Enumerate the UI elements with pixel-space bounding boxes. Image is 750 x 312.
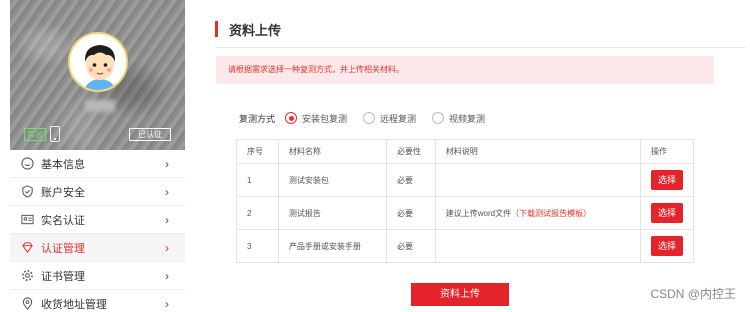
cell-action: 选择 <box>639 163 695 197</box>
title-divider <box>215 47 745 48</box>
radio-checked-icon <box>285 112 298 124</box>
header-name: 材料名称 <box>277 139 388 164</box>
cell-no: 1 <box>236 163 279 197</box>
avatar-illustration <box>70 34 126 90</box>
select-file-button[interactable]: 选择 <box>650 203 683 223</box>
header-action: 操作 <box>639 139 695 164</box>
real-name-badge: 实名 <box>24 128 46 141</box>
gear-icon <box>20 269 34 283</box>
chevron-right-icon: › <box>165 269 169 283</box>
table-row: 1 测试安装包 必要 选择 <box>236 163 695 197</box>
radio-label: 视频复测 <box>449 113 486 124</box>
table-header-row: 序号 材料名称 必要性 材料说明 操作 <box>236 139 695 164</box>
radio-remote[interactable]: 远程复测 <box>363 112 416 125</box>
retest-method-row: 复测方式 安装包复测 远程复测 视频复测 <box>239 111 501 125</box>
sidebar-item-account-security[interactable]: 账户安全 › <box>10 178 185 206</box>
location-icon <box>20 297 34 311</box>
cell-description <box>434 163 641 197</box>
sidebar-item-label: 基本信息 <box>41 158 85 171</box>
table-row: 3 产品手册或安装手册 必要 选择 <box>236 229 695 263</box>
cell-required: 必要 <box>386 229 436 263</box>
chevron-right-icon: › <box>165 157 169 171</box>
sidebar: 实名 已认证 基本信息 › 账户安全 › 实名认证 › 认证管理 › 证书管理 … <box>10 0 185 312</box>
header-description: 材料说明 <box>434 139 641 164</box>
cell-name: 测试安装包 <box>277 163 388 197</box>
profile-card: 实名 已认证 <box>10 0 185 150</box>
radio-video[interactable]: 视频复测 <box>432 112 485 125</box>
sidebar-item-certification[interactable]: 认证管理 › <box>10 234 185 262</box>
sidebar-item-label: 实名认证 <box>41 214 85 227</box>
id-card-icon <box>20 213 34 227</box>
watermark-text: CSDN @内控王 <box>650 287 736 301</box>
sidebar-item-label: 收货地址管理 <box>41 298 107 311</box>
diamond-icon <box>20 241 34 255</box>
cell-required: 必要 <box>386 163 436 197</box>
cell-action: 选择 <box>639 196 695 230</box>
cell-description: 建议上传word文件（下载测试报告模板） <box>434 196 641 230</box>
title-accent-bar <box>215 21 218 37</box>
chevron-right-icon: › <box>165 241 169 255</box>
radio-unchecked-icon <box>432 112 445 124</box>
header-required: 必要性 <box>386 139 436 164</box>
sidebar-item-certificates[interactable]: 证书管理 › <box>10 262 185 290</box>
cell-action: 选择 <box>639 229 695 263</box>
verified-badge[interactable]: 已认证 <box>129 128 171 141</box>
sidebar-item-address[interactable]: 收货地址管理 › <box>10 290 185 312</box>
chevron-right-icon: › <box>165 185 169 199</box>
cell-description <box>434 229 641 263</box>
header-no: 序号 <box>236 139 279 164</box>
avatar[interactable] <box>68 32 128 92</box>
sidebar-item-label: 账户安全 <box>41 186 85 199</box>
cell-name: 测试报告 <box>277 196 388 230</box>
sidebar-menu: 基本信息 › 账户安全 › 实名认证 › 认证管理 › 证书管理 › 收货地址管… <box>10 150 185 312</box>
chevron-right-icon: › <box>165 297 169 311</box>
sidebar-item-label: 认证管理 <box>41 242 85 255</box>
description-text: 建议上传word文件 <box>445 208 512 218</box>
select-file-button[interactable]: 选择 <box>650 236 683 256</box>
radio-label: 安装包复测 <box>302 113 348 124</box>
cell-required: 必要 <box>386 196 436 230</box>
sidebar-item-real-name[interactable]: 实名认证 › <box>10 206 185 234</box>
materials-table: 序号 材料名称 必要性 材料说明 操作 1 测试安装包 必要 选择 2 测试报告… <box>236 139 695 263</box>
sidebar-item-basic-info[interactable]: 基本信息 › <box>10 150 185 178</box>
radio-unchecked-icon <box>363 112 376 124</box>
chevron-right-icon: › <box>165 213 169 227</box>
smile-icon <box>20 157 34 171</box>
sidebar-item-label: 证书管理 <box>41 270 85 283</box>
shield-icon <box>20 185 34 199</box>
username-blurred <box>85 100 115 112</box>
radio-install-package[interactable]: 安装包复测 <box>285 112 347 125</box>
retest-method-label: 复测方式 <box>239 113 276 124</box>
radio-label: 远程复测 <box>380 113 417 124</box>
page-title: 资料上传 <box>229 23 282 38</box>
select-file-button[interactable]: 选择 <box>650 170 683 190</box>
notice-banner: 请根据需求选择一种复测方式，并上传相关材料。 <box>216 56 714 84</box>
main-panel: 资料上传 请根据需求选择一种复测方式，并上传相关材料。 复测方式 安装包复测 远… <box>200 0 750 312</box>
upload-materials-button[interactable]: 资料上传 <box>411 283 509 306</box>
cell-no: 2 <box>236 196 279 230</box>
phone-icon <box>50 126 60 142</box>
cell-name: 产品手册或安装手册 <box>277 229 388 263</box>
download-template-link[interactable]: （下载测试报告模板） <box>511 209 591 218</box>
cell-no: 3 <box>236 229 279 263</box>
table-row: 2 测试报告 必要 建议上传word文件（下载测试报告模板） 选择 <box>236 196 695 230</box>
